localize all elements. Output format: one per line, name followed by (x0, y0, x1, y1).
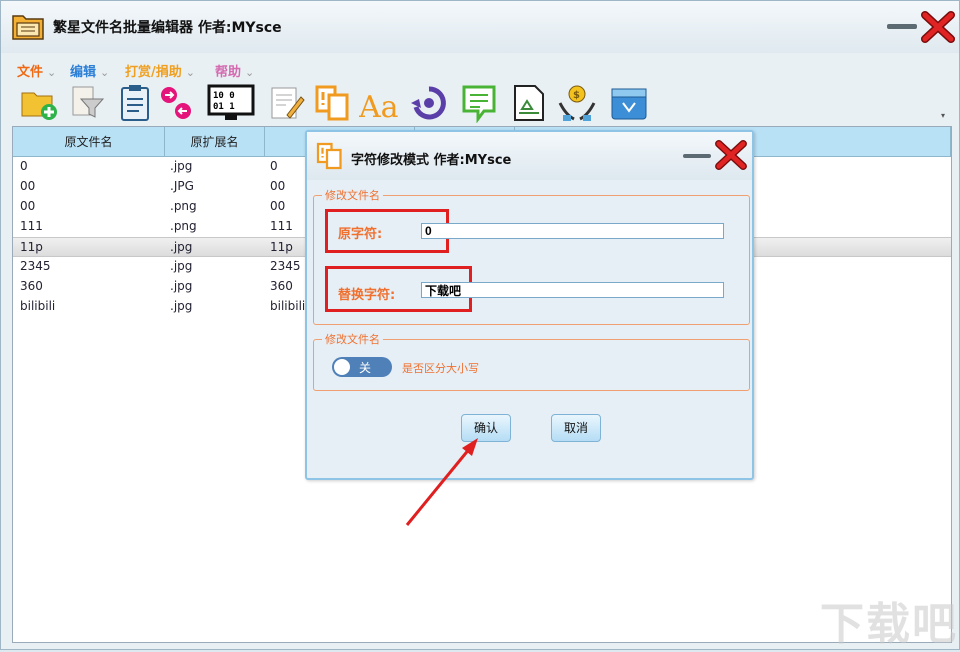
toggle-knob (334, 359, 350, 375)
rename-group: 修改文件名 原字符: 替换字符: (313, 187, 750, 325)
table-cell: .jpg (170, 240, 193, 254)
svg-text:$: $ (573, 90, 580, 101)
chevron-down-icon: ⌄ (100, 66, 110, 79)
orig-char-input[interactable] (421, 223, 724, 239)
table-cell: .jpg (170, 159, 193, 173)
watermark: 下载吧 (820, 599, 958, 650)
svg-text:Aa: Aa (359, 90, 399, 123)
dialog-minimize-icon[interactable] (683, 153, 711, 160)
table-cell: .png (170, 219, 197, 233)
table-cell: 00 (270, 179, 286, 193)
table-cell: 360 (20, 279, 43, 293)
svg-text:01 1: 01 1 (213, 102, 235, 112)
cancel-button[interactable]: 取消 (551, 414, 601, 442)
replace-char-input[interactable] (421, 282, 724, 298)
table-cell: .jpg (170, 259, 193, 273)
table-cell: .jpg (170, 279, 193, 293)
table-cell: 111 (270, 219, 293, 233)
toolbar-overflow-icon[interactable]: ▾ (941, 111, 945, 120)
recycle-doc-icon[interactable] (509, 83, 549, 123)
table-cell: 11p (20, 240, 43, 254)
orig-char-label: 原字符: (338, 227, 383, 242)
font-icon[interactable]: Aa (359, 83, 399, 123)
toolbar: 10 0 01 1 Aa $ (1, 81, 959, 125)
col-header-orig-name[interactable]: 原文件名 (13, 127, 165, 157)
swap-icon[interactable] (155, 83, 195, 123)
char-modify-dialog: 字符修改模式 作者:MYsce 修改文件名 原字符: 替换字符: 修改文件名 关… (305, 130, 754, 480)
table-cell: .JPG (170, 179, 194, 193)
table-cell: .jpg (170, 299, 193, 313)
table-cell: bilibili (20, 299, 56, 313)
table-cell: 360 (270, 279, 293, 293)
add-folder-icon[interactable] (19, 83, 59, 123)
col-header-orig-ext[interactable]: 原扩展名 (165, 127, 265, 157)
replace-char-label: 替换字符: (338, 288, 396, 303)
rename-group-label: 修改文件名 (322, 187, 383, 203)
case-sensitive-toggle[interactable]: 关 (332, 357, 392, 377)
filter-icon[interactable] (67, 83, 107, 123)
table-cell: 2345 (20, 259, 51, 273)
char-mode-icon (316, 142, 342, 170)
chevron-down-icon: ⌄ (185, 66, 195, 79)
toolbox-icon[interactable] (609, 83, 649, 123)
edit-note-icon[interactable] (267, 83, 307, 123)
menu-help[interactable]: 帮助 ⌄ (215, 61, 254, 80)
table-cell: bilibili (270, 299, 306, 313)
menu-help-label: 帮助 (215, 65, 242, 80)
clipboard-icon[interactable] (115, 83, 155, 123)
checklist-icon[interactable] (459, 83, 499, 123)
undo-icon[interactable] (409, 83, 449, 123)
table-cell: .png (170, 199, 197, 213)
dialog-title-bar: 字符修改模式 作者:MYsce (307, 132, 752, 180)
char-mode-icon[interactable] (313, 83, 353, 123)
table-cell: 111 (20, 219, 43, 233)
table-cell: 00 (270, 199, 286, 213)
menu-edit[interactable]: 编辑 ⌄ (70, 61, 109, 80)
table-cell: 11p (270, 240, 293, 254)
confirm-button[interactable]: 确认 (461, 414, 511, 442)
case-group-label: 修改文件名 (322, 331, 383, 347)
case-group: 修改文件名 关 是否区分大小写 (313, 331, 750, 391)
menu-donate-label: 打赏/捐助 (125, 65, 182, 80)
dialog-title: 字符修改模式 作者:MYsce (351, 153, 512, 168)
title-bar: 繁星文件名批量编辑器 作者:MYsce (1, 1, 959, 53)
table-cell: 2345 (270, 259, 301, 273)
chevron-down-icon: ⌄ (245, 66, 255, 79)
app-title: 繁星文件名批量编辑器 作者:MYsce (53, 20, 282, 36)
table-cell: 00 (20, 199, 36, 213)
table-cell: 00 (20, 179, 36, 193)
binary-icon[interactable]: 10 001 1 (207, 83, 255, 123)
toggle-state: 关 (359, 361, 372, 375)
table-cell: 0 (20, 159, 28, 173)
chevron-down-icon: ⌄ (47, 66, 57, 79)
svg-text:10 0: 10 0 (213, 91, 235, 101)
donate-icon[interactable]: $ (557, 83, 597, 123)
menu-file[interactable]: 文件 ⌄ (17, 61, 56, 80)
close-icon[interactable] (921, 11, 955, 43)
menu-donate[interactable]: 打赏/捐助 ⌄ (125, 61, 195, 80)
app-folder-icon (12, 15, 44, 40)
case-sensitive-label: 是否区分大小写 (402, 362, 479, 375)
menu-bar: 文件 ⌄ 编辑 ⌄ 打赏/捐助 ⌄ 帮助 ⌄ (1, 57, 959, 81)
table-cell: 0 (270, 159, 278, 173)
menu-edit-label: 编辑 (70, 65, 97, 80)
dialog-close-icon[interactable] (715, 140, 747, 170)
minimize-icon[interactable] (887, 23, 917, 31)
menu-file-label: 文件 (17, 65, 44, 80)
